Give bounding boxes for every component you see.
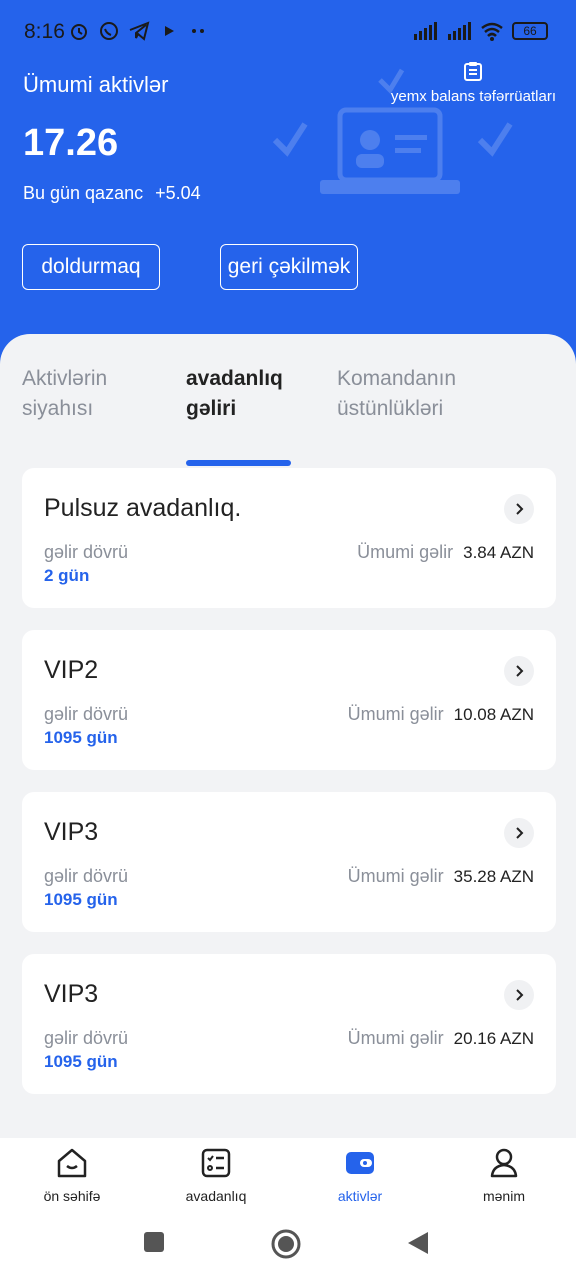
chevron-right-icon[interactable] xyxy=(504,656,534,686)
equipment-card[interactable]: VIP3 gəlir dövrü 1095 gün Ümumi gəlir 20… xyxy=(22,954,556,1094)
income-label: Ümumi gəlir xyxy=(357,542,454,562)
balance-details-label: yemx balans təfərrüatları xyxy=(390,88,556,105)
today-earnings-value: +5.04 xyxy=(155,183,201,203)
back-icon[interactable] xyxy=(406,1230,430,1256)
content-sheet: Aktivlərin siyahısı avadanlıq gəliri Kom… xyxy=(0,334,576,1140)
notification-icons xyxy=(68,20,210,42)
active-tab-indicator xyxy=(186,460,291,466)
checklist-icon xyxy=(201,1148,231,1178)
nav-home[interactable]: ön səhifə xyxy=(12,1146,132,1204)
alarm-icon xyxy=(71,24,87,40)
tab-bar: Aktivlərin siyahısı avadanlıq gəliri Kom… xyxy=(0,364,576,466)
period-value: 2 gün xyxy=(44,566,90,585)
period-label: gəlir dövrü xyxy=(44,1028,129,1048)
tab-team-benefits[interactable]: Komandanın üstünlükləri xyxy=(337,364,517,424)
card-title: Pulsuz avadanlıq. xyxy=(44,494,242,522)
more-dots-icon xyxy=(192,29,204,33)
income-value: 20.16 AZN xyxy=(453,1029,534,1048)
income-label: Ümumi gəlir xyxy=(347,866,444,886)
income-value: 3.84 AZN xyxy=(463,543,534,562)
period-label: gəlir dövrü xyxy=(44,704,129,724)
income-value: 35.28 AZN xyxy=(453,867,534,886)
period-value: 1095 gün xyxy=(44,728,118,747)
equipment-card[interactable]: Pulsuz avadanlıq. gəlir dövrü 2 gün Ümum… xyxy=(22,468,556,608)
wifi-icon xyxy=(481,22,503,41)
chevron-right-icon[interactable] xyxy=(504,494,534,524)
play-icon xyxy=(165,26,174,36)
total-income: Ümumi gəlir 20.16 AZN xyxy=(348,1028,534,1049)
income-label: Ümumi gəlir xyxy=(347,1028,444,1048)
card-title: VIP3 xyxy=(44,980,99,1008)
income-label: Ümumi gəlir xyxy=(347,704,444,724)
clipboard-icon xyxy=(464,62,483,81)
nav-equipment[interactable]: avadanlıq xyxy=(156,1146,276,1204)
period-value: 1095 gün xyxy=(44,1052,118,1071)
nav-assets[interactable]: aktivlər xyxy=(300,1146,420,1204)
total-income: Ümumi gəlir 10.08 AZN xyxy=(348,704,534,725)
system-status-icons: 66 xyxy=(412,20,548,42)
whatsapp-icon xyxy=(100,22,118,40)
deposit-button[interactable]: doldurmaq xyxy=(22,244,160,290)
nav-home-label: ön səhifə xyxy=(43,1188,101,1204)
total-income: Ümumi gəlir 35.28 AZN xyxy=(348,866,534,887)
period-label: gəlir dövrü xyxy=(44,866,129,886)
home-button-icon[interactable] xyxy=(270,1228,302,1260)
tab-asset-list[interactable]: Aktivlərin siyahısı xyxy=(22,364,162,424)
income-value: 10.08 AZN xyxy=(453,705,534,724)
card-title: VIP2 xyxy=(44,656,99,684)
bottom-navigation: ön səhifə avadanlıq aktivlər mənim xyxy=(0,1138,576,1210)
withdraw-button[interactable]: geri çəkilmək xyxy=(220,244,358,290)
status-bar: 8:16 66 xyxy=(0,0,576,64)
equipment-card[interactable]: VIP2 gəlir dövrü 1095 gün Ümumi gəlir 10… xyxy=(22,630,556,770)
nav-assets-label: aktivlər xyxy=(337,1188,383,1204)
period-label: gəlir dövrü xyxy=(44,542,129,562)
total-income: Ümumi gəlir 3.84 AZN xyxy=(357,542,534,563)
period-value: 1095 gün xyxy=(44,890,118,909)
user-icon xyxy=(490,1148,518,1178)
battery-icon: 66 xyxy=(512,22,548,40)
today-earnings-label: Bu gün qazanc xyxy=(23,183,144,203)
card-title: VIP3 xyxy=(44,818,99,846)
telegram-icon xyxy=(129,21,150,41)
total-assets-value: 17.26 xyxy=(23,122,119,164)
recent-apps-icon[interactable] xyxy=(142,1230,166,1254)
signal-icon xyxy=(448,22,471,40)
nav-equipment-label: avadanlıq xyxy=(185,1188,247,1204)
nav-profile[interactable]: mənim xyxy=(444,1146,564,1204)
system-navigation-bar xyxy=(0,1210,576,1280)
chevron-right-icon[interactable] xyxy=(504,818,534,848)
tab-equipment-income[interactable]: avadanlıq gəliri xyxy=(186,364,326,424)
wallet-icon xyxy=(346,1152,374,1174)
signal-icon xyxy=(414,22,437,40)
total-assets-title: Ümumi aktivlər xyxy=(23,72,169,97)
balance-details-link[interactable]: yemx balans təfərrüatları xyxy=(391,60,556,105)
home-icon xyxy=(57,1148,87,1178)
header: 8:16 66 Ümumi aktivlər yemx balans təfər… xyxy=(0,0,576,380)
chevron-right-icon[interactable] xyxy=(504,980,534,1010)
status-time: 8:16 xyxy=(24,20,65,43)
equipment-card[interactable]: VIP3 gəlir dövrü 1095 gün Ümumi gəlir 35… xyxy=(22,792,556,932)
nav-profile-label: mənim xyxy=(482,1188,525,1204)
today-earnings: Bu gün qazanc +5.04 xyxy=(23,183,201,204)
